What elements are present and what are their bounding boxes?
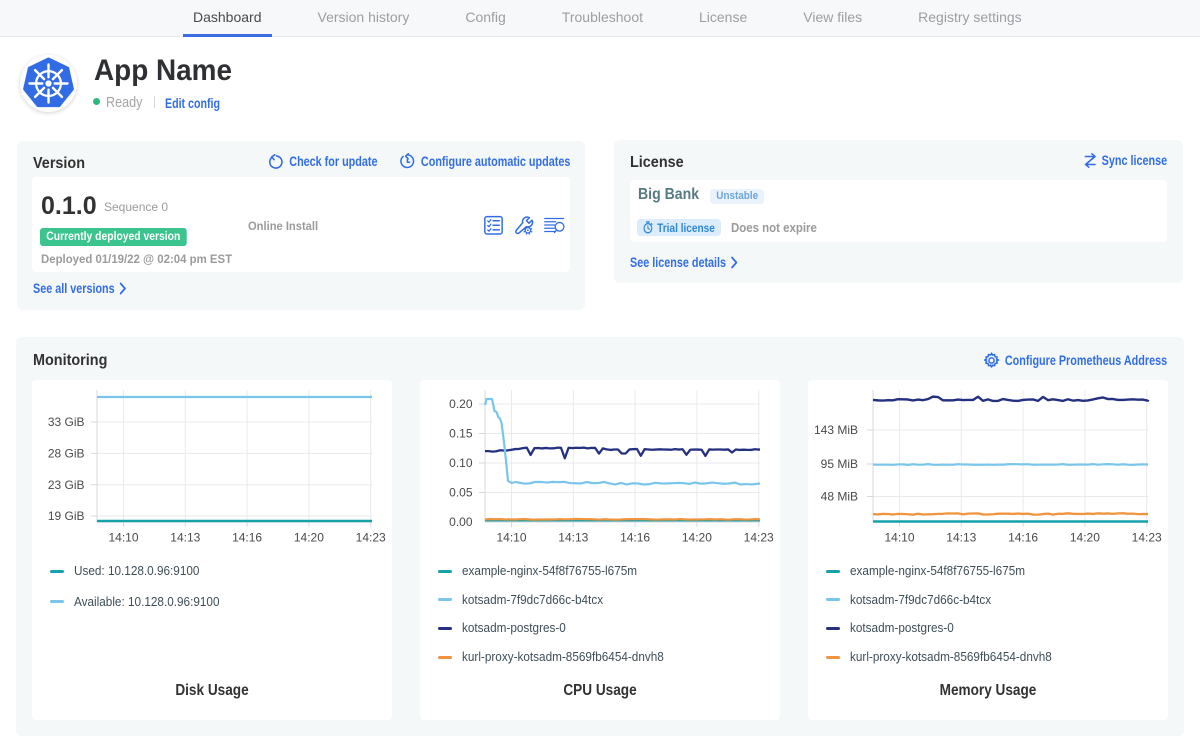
svg-text:28 GiB: 28 GiB [48,447,85,461]
svg-text:14:10: 14:10 [496,531,526,545]
svg-text:14:23: 14:23 [1132,531,1162,545]
svg-text:14:13: 14:13 [170,531,200,545]
svg-text:0.20: 0.20 [449,397,473,411]
svg-text:14:20: 14:20 [1070,531,1100,545]
svg-text:48 MiB: 48 MiB [821,490,858,504]
svg-text:14:10: 14:10 [108,531,138,545]
svg-text:143 MiB: 143 MiB [814,423,858,437]
svg-text:0.05: 0.05 [449,486,473,500]
svg-text:0.10: 0.10 [449,456,473,470]
svg-text:95 MiB: 95 MiB [821,457,858,471]
svg-text:14:20: 14:20 [294,531,324,545]
svg-text:14:16: 14:16 [620,531,650,545]
svg-text:33 GiB: 33 GiB [48,415,85,429]
svg-text:19 GiB: 19 GiB [48,509,85,523]
svg-text:14:23: 14:23 [744,531,774,545]
svg-text:0.00: 0.00 [449,515,473,529]
svg-text:14:13: 14:13 [946,531,976,545]
svg-text:14:13: 14:13 [558,531,588,545]
svg-text:14:23: 14:23 [356,531,386,545]
svg-text:23 GiB: 23 GiB [48,478,85,492]
svg-text:14:16: 14:16 [1008,531,1038,545]
svg-text:14:10: 14:10 [884,531,914,545]
svg-text:14:20: 14:20 [682,531,712,545]
svg-text:0.15: 0.15 [449,427,473,441]
svg-text:14:16: 14:16 [232,531,262,545]
